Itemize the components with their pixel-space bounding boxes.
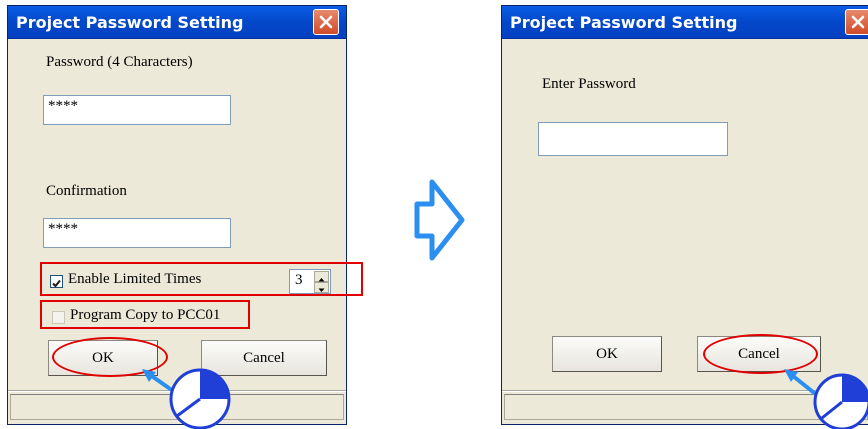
enter-password-input[interactable]: [538, 122, 728, 156]
close-button[interactable]: [313, 9, 339, 35]
separator: [8, 390, 346, 392]
confirmation-label: Confirmation: [46, 183, 127, 199]
project-password-dialog-right: Project Password Setting Enter Password …: [501, 5, 868, 425]
enter-password-label: Enter Password: [542, 76, 636, 92]
ok-highlight-oval: [52, 337, 168, 377]
project-password-dialog-left: Project Password Setting Password (4 Cha…: [7, 5, 363, 425]
status-bar: [504, 394, 868, 420]
ok-button[interactable]: OK: [552, 336, 662, 372]
close-button[interactable]: [845, 9, 868, 35]
confirmation-input[interactable]: ****: [43, 218, 231, 248]
dialog-title: Project Password Setting: [510, 13, 738, 32]
title-bar[interactable]: Project Password Setting: [8, 6, 346, 39]
limited-times-highlight: [40, 262, 363, 296]
password-label: Password (4 Characters): [46, 54, 193, 70]
cancel-highlight-oval: [703, 334, 818, 374]
password-input[interactable]: ****: [43, 95, 231, 125]
title-bar[interactable]: Project Password Setting: [502, 6, 868, 39]
right-arrow-icon: [414, 179, 465, 261]
status-bar: [10, 394, 344, 420]
close-icon: [851, 15, 865, 29]
close-icon: [319, 15, 333, 29]
program-copy-highlight: [40, 300, 250, 329]
cancel-button[interactable]: Cancel: [201, 340, 327, 376]
dialog-title: Project Password Setting: [16, 13, 244, 32]
separator: [502, 390, 868, 392]
